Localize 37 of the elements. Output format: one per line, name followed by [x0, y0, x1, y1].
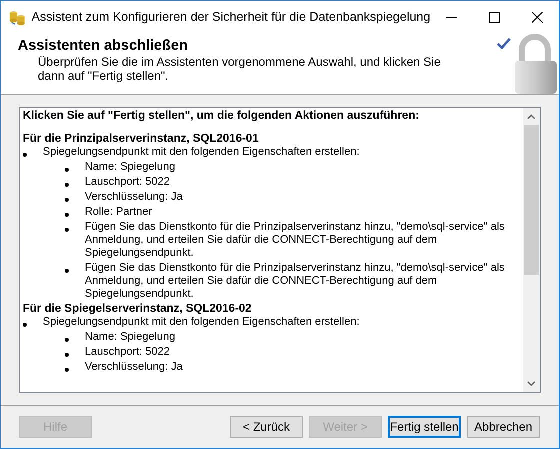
list-item: Name: Spiegelung: [85, 331, 176, 344]
summary-intro: Klicken Sie auf "Fertig stellen", um die folgenden Aktionen auszuführen:: [23, 110, 420, 123]
list-item: Fügen Sie das Dienstkonto für die Prinzipalserverinstanz hinzu, "demo\sql-service" als Anmeldung, und erteilen Sie dafür die CONNECT-Berechtigung auf dem Spiegelungsendpunkt.: [85, 221, 506, 260]
lock-icon: [513, 34, 557, 94]
page-subtitle: Überprüfen Sie die im Assistenten vorgenommene Auswahl, und klicken Sie dann auf "Fertig stellen".: [37, 55, 442, 83]
list-item: Spiegelungsendpunkt mit den folgenden Eigenschaften erstellen:: [43, 316, 360, 329]
list-item: Verschlüsselung: Ja: [85, 361, 183, 374]
wizard-button[interactable]: < Zurück: [230, 416, 303, 438]
maximize-icon[interactable]: [489, 12, 500, 23]
window-title: Assistent zum Konfigurieren der Sicherheit für die Datenbankspiegelung: [32, 9, 431, 26]
bullet-icon: [65, 168, 69, 172]
bullet-icon: [65, 353, 69, 358]
list-item: Verschlüsselung: Ja: [85, 191, 183, 204]
section-heading: Für die Prinzipalserverinstanz, SQL2016-01: [23, 133, 260, 146]
wizard-button[interactable]: Fertig stellen: [388, 416, 461, 438]
bullet-icon: [23, 153, 27, 158]
bullet-icon: [65, 269, 69, 274]
bullet-icon: [65, 368, 69, 372]
section-heading: Für die Spiegelserverinstanz, SQL2016-02: [23, 303, 253, 316]
list-item: Lauschport: 5022: [85, 176, 170, 189]
list-item: Rolle: Partner: [85, 206, 152, 219]
wizard-button[interactable]: Abbrechen: [467, 416, 540, 438]
list-item: Spiegelungsendpunkt mit den folgenden Eigenschaften erstellen:: [43, 146, 360, 159]
list-item: Lauschport: 5022: [85, 346, 170, 359]
bullet-icon: [65, 228, 69, 232]
bullet-icon: [23, 323, 27, 328]
page-title: Assistenten abschließen: [18, 38, 190, 55]
bullet-icon: [65, 198, 69, 202]
database-icon: [9, 10, 26, 26]
list-item: Fügen Sie das Dienstkonto für die Prinzipalserverinstanz hinzu, "demo\sql-service" als Anmeldung, und erteilen Sie dafür die CONNECT-Berechtigung auf dem Spiegelungsendpunkt.: [85, 262, 506, 301]
bullet-icon: [65, 213, 69, 218]
bullet-icon: [65, 338, 69, 342]
bullet-icon: [65, 183, 69, 188]
check-icon: [497, 38, 511, 49]
scroll-thumb[interactable]: [524, 125, 539, 275]
close-icon[interactable]: [532, 12, 544, 23]
list-item: Name: Spiegelung: [85, 161, 176, 174]
